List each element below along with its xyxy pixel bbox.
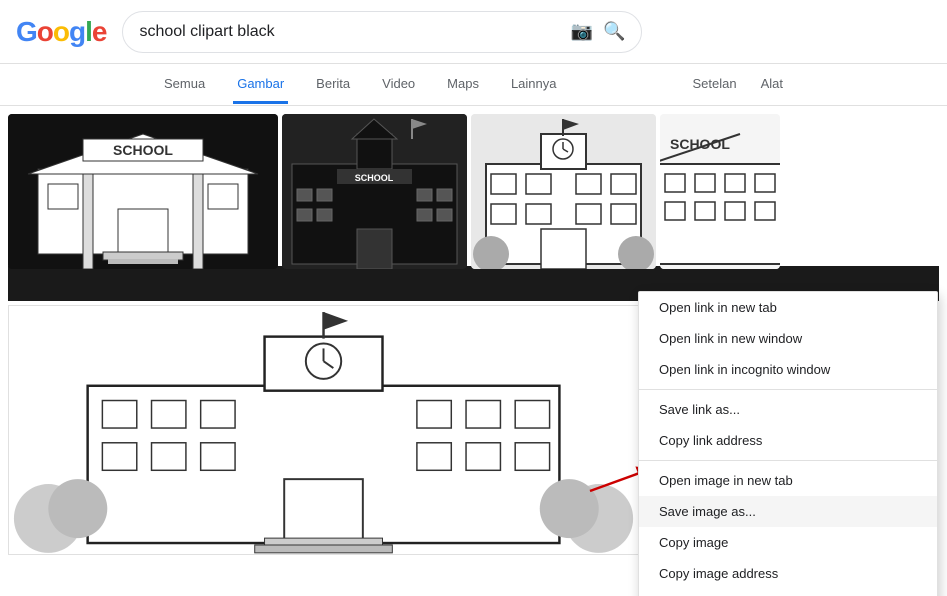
search-bar: 📷 🔍 [122, 11, 642, 53]
svg-text:SCHOOL: SCHOOL [670, 136, 730, 152]
menu-save-link-as[interactable]: Save link as... [639, 394, 937, 425]
menu-open-image-new-tab[interactable]: Open image in new tab [639, 465, 937, 496]
search-icon[interactable]: 🔍 [603, 21, 625, 42]
menu-open-new-window[interactable]: Open link in new window [639, 323, 937, 354]
image-2[interactable]: SCHOOL [282, 114, 467, 269]
menu-divider-1 [639, 389, 937, 390]
top-image-row: SCHOOL [0, 106, 947, 266]
bottom-main-image[interactable] [8, 305, 639, 555]
nav-item-video[interactable]: Video [378, 66, 419, 104]
image-1[interactable]: SCHOOL [8, 114, 278, 269]
image-4[interactable]: SCHOOL [660, 114, 780, 269]
google-logo: Google [16, 16, 106, 48]
nav-item-setelan[interactable]: Setelan [689, 66, 741, 104]
svg-text:SCHOOL: SCHOOL [355, 173, 394, 183]
nav-bar: Semua Gambar Berita Video Maps Lainnya S… [0, 64, 947, 106]
menu-copy-link-address[interactable]: Copy link address [639, 425, 937, 456]
menu-copy-image[interactable]: Copy image [639, 527, 937, 558]
menu-search-google-image[interactable]: Search Google for image [639, 589, 937, 596]
nav-item-berita[interactable]: Berita [312, 66, 354, 104]
nav-item-alat[interactable]: Alat [757, 66, 787, 104]
nav-item-lainnya[interactable]: Lainnya [507, 66, 561, 104]
context-menu: Open link in new tab Open link in new wi… [638, 291, 938, 596]
image-3[interactable] [471, 114, 656, 269]
nav-item-maps[interactable]: Maps [443, 66, 483, 104]
menu-save-image-as[interactable]: Save image as... [639, 496, 937, 527]
image-area: SCHOOL [0, 106, 947, 596]
nav-item-gambar[interactable]: Gambar [233, 66, 288, 104]
header: Google 📷 🔍 [0, 0, 947, 64]
nav-item-semua[interactable]: Semua [160, 66, 209, 104]
camera-icon[interactable]: 📷 [571, 21, 593, 42]
menu-divider-2 [639, 460, 937, 461]
menu-copy-image-address[interactable]: Copy image address [639, 558, 937, 589]
search-input[interactable] [139, 23, 560, 41]
menu-open-incognito[interactable]: Open link in incognito window [639, 354, 937, 385]
svg-text:SCHOOL: SCHOOL [113, 142, 173, 158]
menu-open-new-tab[interactable]: Open link in new tab [639, 292, 937, 323]
